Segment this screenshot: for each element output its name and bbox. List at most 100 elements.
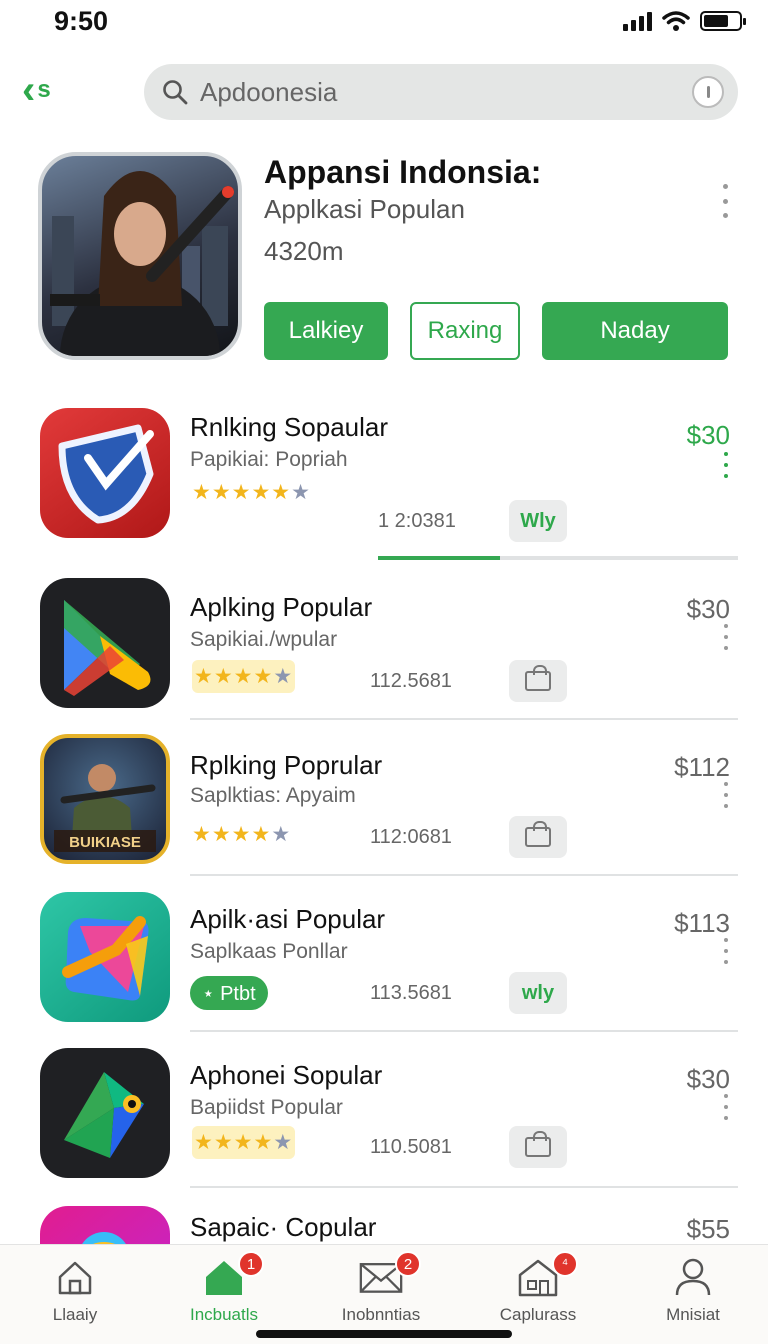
app-list-item[interactable]: BUIKIASE Rplking Poprular Saplktias: Apy… xyxy=(0,728,768,884)
tab-store[interactable]: ⁴ Caplurass xyxy=(463,1251,613,1335)
bag-icon xyxy=(525,821,551,847)
app-icon-shooter: BUIKIASE xyxy=(40,734,170,864)
search-icon xyxy=(163,80,188,105)
app-list-item[interactable]: Sapaic· Copular $55 xyxy=(0,1196,768,1244)
signal-icon xyxy=(623,11,652,31)
app-name: Sapaic· Copular xyxy=(190,1212,377,1242)
home-filled-icon: 1 xyxy=(202,1251,264,1299)
tab-label: Incbuatls xyxy=(189,1305,259,1324)
notification-badge: 2 xyxy=(395,1251,421,1277)
app-list-item[interactable]: Aphonei Sopular Bapiidst Popular ★★★★★ 1… xyxy=(0,1040,768,1196)
more-options-icon[interactable] xyxy=(718,184,732,218)
app-icon-colorful xyxy=(40,892,170,1022)
back-button[interactable]: ‹ s xyxy=(22,70,78,110)
tab-home[interactable]: Llaaiy xyxy=(0,1255,150,1335)
battery-icon xyxy=(700,11,746,31)
home-indicator xyxy=(256,1330,512,1338)
status-badge: ⋆ Ptbt xyxy=(190,976,268,1010)
app-meta: 112.5681 xyxy=(370,670,452,692)
more-options-icon[interactable] xyxy=(722,624,730,650)
purchase-button[interactable] xyxy=(509,816,567,858)
download-progress xyxy=(378,556,738,560)
divider xyxy=(190,874,738,876)
tab-mail[interactable]: 2 Inobnntias xyxy=(306,1251,456,1335)
person-icon xyxy=(671,1255,715,1299)
app-price: $113 xyxy=(674,908,730,938)
divider xyxy=(190,718,738,720)
app-subtitle: Saplkaas Ponllar xyxy=(190,940,348,963)
app-subtitle: Saplktias: Apyaim xyxy=(190,784,356,807)
app-list-item[interactable]: Aplking Popular Sapikiai./wpular ★★★★★ 1… xyxy=(0,570,768,726)
purchase-button[interactable] xyxy=(509,1126,567,1168)
page-title: Appansi Indonsia: xyxy=(264,154,542,190)
app-subtitle: Sapikiai./wpular xyxy=(190,628,338,651)
purchase-button[interactable] xyxy=(509,660,567,702)
app-icon-shield xyxy=(40,408,170,538)
back-label: s xyxy=(37,76,51,103)
page-subtitle: Applkasi Populan xyxy=(264,194,465,224)
divider xyxy=(190,1030,738,1032)
app-price: $112 xyxy=(674,752,730,782)
app-meta: 112:0681 xyxy=(370,826,452,848)
tab-label: Caplurass xyxy=(499,1305,577,1324)
notification-badge: 1 xyxy=(238,1251,264,1277)
star-rating: ★★★★★ xyxy=(192,660,296,693)
filter-button-1[interactable]: Lalkiey xyxy=(264,302,388,360)
app-icon-arrow xyxy=(40,578,170,708)
bag-icon xyxy=(525,1131,551,1157)
app-name: Rplking Poprular xyxy=(190,750,383,780)
tab-profile[interactable]: Mnisiat xyxy=(618,1255,768,1335)
tab-label: Mnisiat xyxy=(666,1305,720,1324)
app-icon-bird xyxy=(40,1048,170,1178)
search-input[interactable] xyxy=(200,76,670,108)
more-options-icon[interactable] xyxy=(722,452,730,478)
home-outline-icon xyxy=(53,1255,97,1299)
app-list-item[interactable]: Apilk·asi Popular Saplkaas Ponllar ⋆ Ptb… xyxy=(0,884,768,1040)
status-icons xyxy=(623,10,746,32)
filter-button-3[interactable]: Naday xyxy=(542,302,728,360)
bottom-tab-bar: Llaaiy 1 Incbuatls 2 Inobnntias ⁴ Caplur… xyxy=(0,1244,768,1344)
app-subtitle: Papikiai: Popriah xyxy=(190,448,348,471)
app-price: $30 xyxy=(686,594,730,624)
more-options-icon[interactable] xyxy=(722,938,730,964)
app-name: Aphonei Sopular xyxy=(190,1060,383,1090)
app-meta: 1 2:0381 xyxy=(378,510,456,532)
star-rating: ★★★★★★ xyxy=(192,481,311,504)
store-icon: ⁴ xyxy=(516,1251,578,1299)
bag-icon xyxy=(525,665,551,691)
chevron-left-icon: ‹ xyxy=(22,68,36,112)
get-button[interactable]: wly xyxy=(509,972,567,1014)
tab-active[interactable]: 1 Incbuatls xyxy=(149,1251,299,1335)
app-price: $30 xyxy=(686,1064,730,1094)
microphone-icon[interactable] xyxy=(692,76,724,108)
app-list-item[interactable]: Rnlking Sopaular Papikiai: Popriah ★★★★★… xyxy=(0,398,768,554)
app-name: Apilk·asi Popular xyxy=(190,904,386,934)
mail-icon: 2 xyxy=(359,1251,421,1299)
get-button[interactable]: Wly xyxy=(509,500,567,542)
featured-app-icon[interactable] xyxy=(38,152,242,360)
star-rating: ★★★★★ xyxy=(192,1126,296,1159)
tab-label: Llaaiy xyxy=(52,1305,98,1324)
filter-button-2[interactable]: Raxing xyxy=(410,302,520,360)
wifi-icon xyxy=(662,11,690,31)
star-rating: ★★★★★ xyxy=(192,823,292,846)
app-meta: 113.5681 xyxy=(370,982,452,1004)
app-price: $55 xyxy=(686,1214,730,1244)
notification-badge: ⁴ xyxy=(552,1251,578,1277)
app-meta: 110.5081 xyxy=(370,1136,452,1158)
app-subtitle: Bapiidst Popular xyxy=(190,1096,343,1119)
character-artwork xyxy=(50,171,234,356)
tab-label: Inobnntias xyxy=(341,1305,421,1324)
app-count: 4320m xyxy=(264,236,344,266)
icon-logo-text: BUIKIASE xyxy=(69,834,141,851)
app-name: Aplking Popular xyxy=(190,592,373,622)
app-name: Rnlking Sopaular xyxy=(190,412,389,442)
status-bar: 9:50 xyxy=(0,0,768,48)
app-icon-magenta xyxy=(40,1206,170,1244)
search-bar[interactable] xyxy=(144,64,738,120)
app-price: $30 xyxy=(686,420,730,450)
more-options-icon[interactable] xyxy=(722,1094,730,1120)
more-options-icon[interactable] xyxy=(722,782,730,808)
status-time: 9:50 xyxy=(54,6,109,36)
divider xyxy=(190,1186,738,1188)
